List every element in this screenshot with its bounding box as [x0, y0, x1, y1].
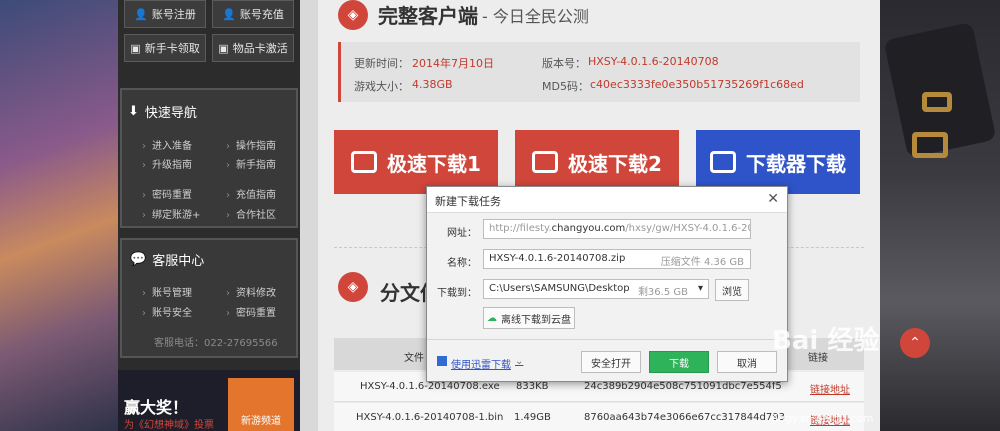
update-label: 更新时间：: [354, 57, 409, 70]
chevron-down-icon: ⌄: [515, 356, 524, 367]
url-field[interactable]: http://filesty.changyou.com/hxsy/gw/HXSY…: [483, 219, 751, 239]
size-value: 4.38GB: [412, 78, 453, 91]
browse-button[interactable]: 浏览: [715, 279, 749, 301]
card-icon: ▣: [218, 41, 229, 55]
background-art-left: [0, 0, 118, 431]
cloud-download-button[interactable]: ☁ 离线下载到云盘: [483, 307, 575, 329]
size-label: 游戏大小：: [354, 80, 409, 93]
version-label: 版本号：: [542, 57, 586, 70]
file-md5: 24c389b2904e508c751091dbc7e554f5: [584, 381, 782, 392]
file-size: 1.49GB: [514, 412, 551, 423]
client-title: 完整客户端: [378, 4, 478, 28]
thunder-link[interactable]: 使用迅雷下载 ⌄: [437, 356, 523, 371]
client-subtitle: - 今日全民公测: [482, 7, 589, 26]
page-gutter: [300, 0, 318, 431]
nav-link[interactable]: 操作指南: [226, 137, 276, 152]
dest-field[interactable]: C:\Users\SAMSUNG\Desktop 剩36.5 GB ▾: [483, 279, 709, 299]
baidu-watermark: Bai 经验: [772, 326, 880, 356]
service-link[interactable]: 资料修改: [226, 284, 276, 299]
newbie-card-button[interactable]: ▣ 新手卡领取: [124, 34, 206, 62]
service-link[interactable]: 账号安全: [142, 304, 192, 319]
recharge-button[interactable]: 👤 账号充值: [212, 0, 294, 28]
update-value: 2014年7月10日: [412, 57, 494, 70]
file-link[interactable]: 链接地址: [810, 381, 850, 396]
service-phone: 客服电话：022-27695566: [154, 338, 278, 349]
version-value: HXSY-4.0.1.6-20140708: [588, 55, 719, 68]
package-icon: ◈: [338, 0, 368, 30]
download-icon: [710, 151, 736, 173]
belt-buckle-art: [912, 132, 948, 158]
register-button[interactable]: 👤 账号注册: [124, 0, 206, 28]
chevron-down-icon[interactable]: ▾: [698, 283, 703, 294]
dialog-divider: [427, 339, 787, 340]
url-label: 网址：: [447, 228, 477, 239]
scroll-top-button[interactable]: ⌃: [900, 328, 930, 358]
nav-link[interactable]: 新手指南: [226, 156, 276, 171]
cancel-button[interactable]: 取消: [717, 351, 777, 373]
free-space: 剩36.5 GB: [637, 287, 688, 298]
safe-open-button[interactable]: 安全打开: [581, 351, 641, 373]
chat-icon: 💬: [130, 252, 147, 267]
dialog-title: 新建下载任务: [427, 187, 787, 213]
item-card-button[interactable]: ▣ 物品卡激活: [212, 34, 294, 62]
nav-link[interactable]: 升级指南: [142, 156, 192, 171]
quick-nav-title: ⬇ 快速导航: [128, 104, 197, 121]
promo-banner[interactable]: 赢大奖！ 为《幻想神域》投票 新游频道: [118, 370, 300, 431]
name-label: 名称：: [447, 258, 477, 269]
md5-value: c40ec3333fe0e350b51735269f1c68ed: [590, 78, 804, 91]
recharge-icon: 👤: [222, 7, 236, 21]
register-icon: 👤: [134, 7, 148, 21]
fast-download-2-button[interactable]: 极速下载2: [515, 130, 679, 194]
download-button[interactable]: 下载: [649, 351, 709, 373]
downloader-button[interactable]: 下载器下载: [696, 130, 860, 194]
nav-link[interactable]: 进入准备: [142, 137, 192, 152]
fast-download-1-button[interactable]: 极速下载1: [334, 130, 498, 194]
nav-link[interactable]: 密码重置: [142, 186, 192, 201]
belt-buckle-art: [922, 92, 952, 112]
promo-sub: 为《幻想神域》投票: [124, 420, 214, 431]
new-download-dialog: 新建下载任务 ✕ 网址： http://filesty.changyou.com…: [426, 186, 788, 382]
download-icon: [532, 151, 559, 173]
service-link[interactable]: 密码重置: [226, 304, 276, 319]
service-link[interactable]: 账号管理: [142, 284, 192, 299]
close-icon[interactable]: ✕: [767, 191, 779, 207]
package-icon: ◈: [338, 272, 368, 302]
name-field[interactable]: HXSY-4.0.1.6-20140708.zip 压缩文件 4.36 GB: [483, 249, 751, 269]
file-meta: 压缩文件 4.36 GB: [660, 257, 744, 268]
client-info-box: [338, 42, 860, 102]
file-size: 833KB: [516, 381, 549, 392]
download-icon: [351, 151, 378, 173]
header-file: 文件: [404, 353, 424, 364]
file-name: HXSY-4.0.1.6-20140708.exe: [360, 381, 500, 392]
baidu-watermark-url: jingyan.baidu.com: [772, 412, 874, 425]
promo-headline: 赢大奖！: [124, 398, 189, 417]
md5-label: MD5码：: [542, 80, 589, 93]
file-md5: 8760aa643b74e3066e67cc317844d793: [584, 412, 785, 423]
promo-badge: 新游频道: [228, 378, 294, 431]
nav-link[interactable]: 合作社区: [226, 206, 276, 221]
thunder-icon: [437, 356, 447, 366]
nav-link[interactable]: 充值指南: [226, 186, 276, 201]
service-title: 💬 客服中心: [130, 252, 205, 269]
nav-link[interactable]: 绑定账游+: [142, 206, 200, 221]
cloud-icon: ☁: [487, 312, 497, 324]
dest-label: 下载到：: [437, 288, 477, 299]
file-name: HXSY-4.0.1.6-20140708-1.bin: [356, 412, 504, 423]
card-icon: ▣: [130, 41, 141, 55]
pin-icon: ⬇: [128, 104, 139, 119]
